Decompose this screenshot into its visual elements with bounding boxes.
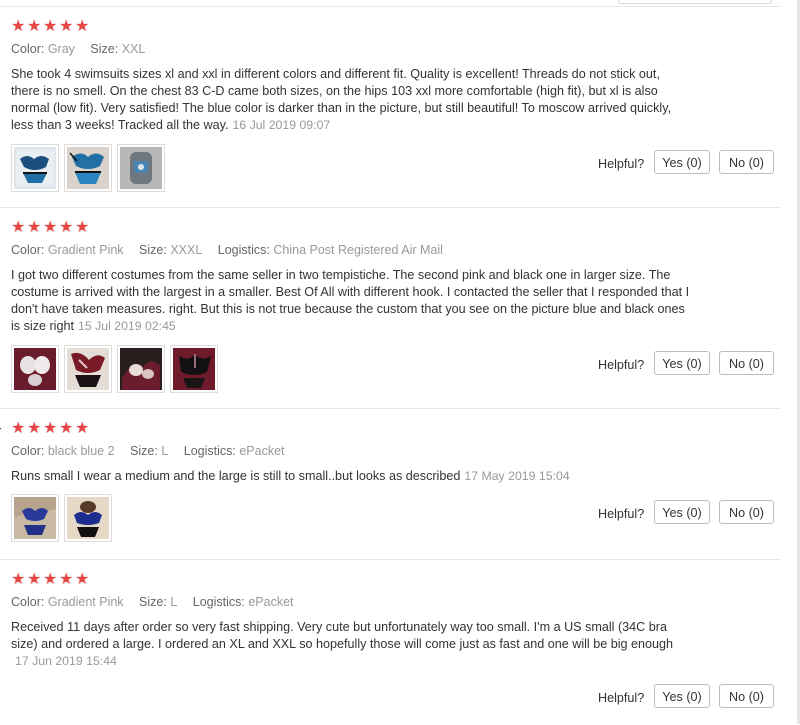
star-rating: ★ ★ ★ ★ ★ xyxy=(11,220,90,236)
review-body: She took 4 swimsuits sizes xl and xxl in… xyxy=(11,67,672,132)
star-icon: ★ xyxy=(27,18,42,35)
star-icon: ★ xyxy=(11,18,26,35)
review-text: I got two different costumes from the sa… xyxy=(11,267,691,335)
review-body: Received 11 days after order so very fas… xyxy=(11,620,674,651)
star-icon: ★ xyxy=(27,420,42,437)
helpful-yes-button[interactable]: Yes (0) xyxy=(654,351,710,375)
review-item: ★ ★ ★ ★ ★ Color: Gradient Pink Size: L L… xyxy=(0,559,780,725)
star-icon: ★ xyxy=(43,420,58,437)
star-icon: ★ xyxy=(27,571,42,588)
size-label: Size: xyxy=(90,42,119,56)
color-value: Gray xyxy=(47,42,75,56)
logistics-value: China Post Registered Air Mail xyxy=(273,243,443,257)
review-date: 15 Jul 2019 02:45 xyxy=(78,319,176,333)
review-text: Runs small I wear a medium and the large… xyxy=(11,468,691,485)
star-icon: ★ xyxy=(75,571,90,588)
size-value: XXXL xyxy=(170,243,203,257)
star-icon: ★ xyxy=(11,420,26,437)
size-value: L xyxy=(161,444,169,458)
helpful-no-button[interactable]: No (0) xyxy=(719,684,774,708)
review-photos xyxy=(11,144,165,192)
color-label: Color: xyxy=(11,595,45,609)
star-icon: ★ xyxy=(43,18,58,35)
size-label: Size: xyxy=(130,444,158,458)
review-photo[interactable] xyxy=(170,345,218,393)
helpful-label: Helpful? xyxy=(598,507,645,521)
logistics-label: Logistics: xyxy=(217,243,270,257)
top-control-fragment[interactable] xyxy=(618,0,772,4)
helpful-no-button[interactable]: No (0) xyxy=(719,500,774,524)
star-icon: ★ xyxy=(11,219,26,236)
review-photo[interactable] xyxy=(117,144,165,192)
star-icon: ★ xyxy=(43,219,58,236)
size-label: Size: xyxy=(139,243,167,257)
helpful-yes-button[interactable]: Yes (0) xyxy=(654,500,710,524)
star-rating: ★ ★ ★ ★ ★ xyxy=(11,19,90,35)
star-icon: ★ xyxy=(43,571,58,588)
review-date: 17 May 2019 15:04 xyxy=(464,469,570,483)
review-body: Runs small I wear a medium and the large… xyxy=(11,469,461,483)
color-label: Color: xyxy=(11,444,45,458)
review-photo[interactable] xyxy=(11,345,59,393)
size-value: XXL xyxy=(121,42,146,56)
color-value: black blue 2 xyxy=(47,444,115,458)
color-label: Color: xyxy=(11,42,45,56)
review-photos xyxy=(11,345,218,393)
review-photo[interactable] xyxy=(11,144,59,192)
review-attributes: Color: Gradient Pink Size: XXXL Logistic… xyxy=(11,243,455,257)
review-item: ★ ★ ★ ★ ★ Color: black blue 2 Size: L Lo… xyxy=(0,408,780,559)
helpful-no-button[interactable]: No (0) xyxy=(719,351,774,375)
review-attributes: Color: Gradient Pink Size: L Logistics: … xyxy=(11,595,306,609)
color-value: Gradient Pink xyxy=(47,243,124,257)
review-photos xyxy=(11,494,112,542)
logistics-value: ePacket xyxy=(239,444,285,458)
color-label: Color: xyxy=(11,243,45,257)
helpful-yes-button[interactable]: Yes (0) xyxy=(654,684,710,708)
review-photo[interactable] xyxy=(64,345,112,393)
review-photo[interactable] xyxy=(11,494,59,542)
star-icon: ★ xyxy=(75,219,90,236)
review-text: She took 4 swimsuits sizes xl and xxl in… xyxy=(11,66,691,134)
star-rating: ★ ★ ★ ★ ★ xyxy=(11,572,90,588)
star-icon: ★ xyxy=(11,571,26,588)
star-icon: ★ xyxy=(59,18,74,35)
star-icon: ★ xyxy=(27,219,42,236)
star-icon: ★ xyxy=(59,219,74,236)
helpful-no-button[interactable]: No (0) xyxy=(719,150,774,174)
review-text: Received 11 days after order so very fas… xyxy=(11,619,691,670)
review-attributes: Color: black blue 2 Size: L Logistics: e… xyxy=(11,444,297,458)
review-attributes: Color: Gray Size: XXL xyxy=(11,42,157,56)
review-item: ★ ★ ★ ★ ★ Color: Gray Size: XXL She took… xyxy=(0,6,780,207)
logistics-label: Logistics: xyxy=(192,595,245,609)
size-label: Size: xyxy=(139,595,167,609)
star-icon: ★ xyxy=(59,571,74,588)
size-value: L xyxy=(170,595,178,609)
review-date: 16 Jul 2019 09:07 xyxy=(232,118,331,132)
color-value: Gradient Pink xyxy=(47,595,124,609)
review-date: 17 Jun 2019 15:44 xyxy=(15,654,117,668)
review-item: ★ ★ ★ ★ ★ Color: Gradient Pink Size: XXX… xyxy=(0,207,780,408)
star-icon: ★ xyxy=(75,420,90,437)
helpful-label: Helpful? xyxy=(598,157,645,171)
star-rating: ★ ★ ★ ★ ★ xyxy=(11,421,90,437)
helpful-yes-button[interactable]: Yes (0) xyxy=(654,150,710,174)
review-photo[interactable] xyxy=(64,494,112,542)
review-photo[interactable] xyxy=(64,144,112,192)
helpful-label: Helpful? xyxy=(598,358,645,372)
star-icon: ★ xyxy=(75,18,90,35)
review-photo[interactable] xyxy=(117,345,165,393)
logistics-value: ePacket xyxy=(248,595,294,609)
star-icon: ★ xyxy=(59,420,74,437)
helpful-label: Helpful? xyxy=(598,691,645,705)
logistics-label: Logistics: xyxy=(183,444,236,458)
